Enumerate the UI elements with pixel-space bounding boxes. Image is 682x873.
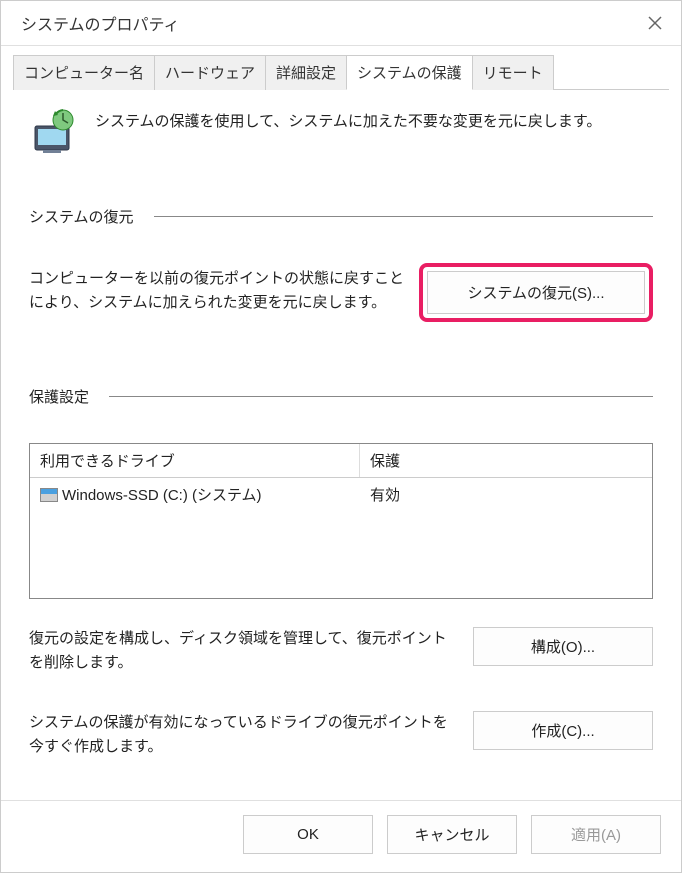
titlebar: システムのプロパティ	[1, 1, 681, 46]
dialog-footer: OK キャンセル 適用(A)	[1, 800, 681, 872]
drive-name: Windows-SSD (C:) (システム)	[62, 484, 262, 505]
protection-section-header: 保護設定	[29, 386, 653, 407]
drives-table: 利用できるドライブ 保護 Windows-SSD (C:) (システム) 有効	[29, 443, 653, 599]
intro-text: システムの保護を使用して、システムに加えた不要な変更を元に戻します。	[95, 108, 601, 156]
column-header-protection[interactable]: 保護	[360, 444, 652, 477]
drive-cell: Windows-SSD (C:) (システム)	[30, 482, 360, 507]
configure-button[interactable]: 構成(O)...	[473, 627, 653, 666]
system-protection-icon	[29, 108, 77, 156]
configure-description: 復元の設定を構成し、ディスク領域を管理して、復元ポイントを削除します。	[29, 627, 449, 675]
system-restore-button[interactable]: システムの復元(S)...	[427, 271, 645, 314]
restore-row: コンピューターを以前の復元ポイントの状態に戻すことにより、システムに加えられた変…	[29, 263, 653, 322]
create-description: システムの保護が有効になっているドライブの復元ポイントを今すぐ作成します。	[29, 711, 449, 759]
configure-row: 復元の設定を構成し、ディスク領域を管理して、復元ポイントを削除します。 構成(O…	[29, 627, 653, 675]
column-header-drive[interactable]: 利用できるドライブ	[30, 444, 360, 477]
close-button[interactable]	[645, 13, 665, 33]
table-row[interactable]: Windows-SSD (C:) (システム) 有効	[30, 478, 652, 511]
create-button[interactable]: 作成(C)...	[473, 711, 653, 750]
intro-row: システムの保護を使用して、システムに加えた不要な変更を元に戻します。	[29, 108, 653, 156]
restore-section-title: システムの復元	[29, 206, 134, 227]
cancel-button[interactable]: キャンセル	[387, 815, 517, 854]
window-title: システムのプロパティ	[21, 11, 180, 35]
apply-button[interactable]: 適用(A)	[531, 815, 661, 854]
drive-icon	[40, 488, 58, 502]
tab-advanced[interactable]: 詳細設定	[265, 55, 347, 90]
tab-remote[interactable]: リモート	[472, 55, 554, 90]
drives-table-header: 利用できるドライブ 保護	[30, 444, 652, 478]
divider	[109, 396, 653, 397]
tab-system-protection[interactable]: システムの保護	[346, 55, 473, 90]
tab-computer-name[interactable]: コンピューター名	[13, 55, 155, 90]
tab-hardware[interactable]: ハードウェア	[154, 55, 266, 90]
tab-bar: コンピューター名 ハードウェア 詳細設定 システムの保護 リモート	[13, 54, 669, 90]
system-properties-dialog: システムのプロパティ コンピューター名 ハードウェア 詳細設定 システムの保護 …	[0, 0, 682, 873]
create-row: システムの保護が有効になっているドライブの復元ポイントを今すぐ作成します。 作成…	[29, 711, 653, 759]
protection-section-title: 保護設定	[29, 386, 89, 407]
restore-description: コンピューターを以前の復元ポイントの状態に戻すことにより、システムに加えられた変…	[29, 263, 407, 315]
close-icon	[648, 16, 662, 30]
content-area: コンピューター名 ハードウェア 詳細設定 システムの保護 リモート	[1, 46, 681, 800]
divider	[154, 216, 653, 217]
restore-section-header: システムの復元	[29, 206, 653, 227]
tab-panel-system-protection: システムの保護を使用して、システムに加えた不要な変更を元に戻します。 システムの…	[13, 90, 669, 800]
ok-button[interactable]: OK	[243, 815, 373, 854]
restore-button-highlight: システムの復元(S)...	[419, 263, 653, 322]
drives-table-body: Windows-SSD (C:) (システム) 有効	[30, 478, 652, 598]
protection-cell: 有効	[360, 482, 652, 507]
